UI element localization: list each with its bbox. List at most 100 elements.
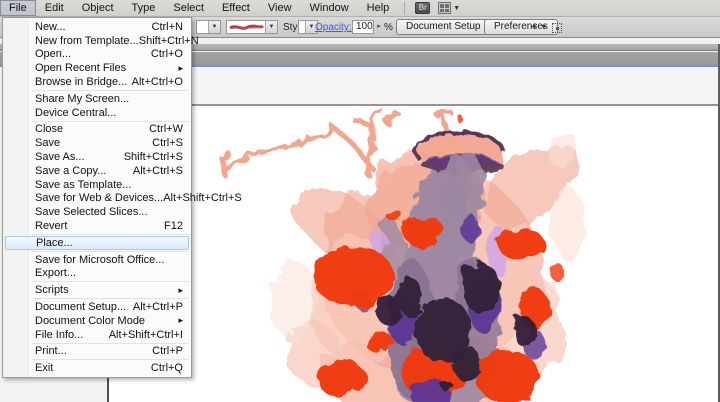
file-menu-list: New... Ctrl+N New from Template... Shift+Ct…: [3, 20, 242, 375]
menu-separator: [31, 89, 189, 91]
file-menu-item-place[interactable]: Place...: [5, 235, 189, 250]
chevron-down-icon: ▼: [265, 21, 277, 33]
menubar-divider: [404, 2, 406, 14]
menu-item-label: Save as Template...: [35, 178, 132, 191]
menu-item-label: File Info...: [35, 328, 84, 341]
menu-item-shortcut: Alt+Ctrl+S: [132, 164, 183, 177]
menu-item-label: Export...: [35, 267, 76, 280]
opacity-input[interactable]: 100: [352, 20, 374, 34]
file-menu-item-close[interactable]: Close Ctrl+W: [3, 123, 191, 137]
menu-bar: File Edit Object Type Select Effect View Window…: [0, 0, 720, 17]
menu-item-label: Save: [35, 137, 61, 150]
file-menu-item-open-recent-files[interactable]: Open Recent Files ▸: [3, 61, 191, 75]
menu-item-label: Save Selected Slices...: [35, 206, 148, 219]
menubar-item-effect[interactable]: Effect: [213, 0, 259, 16]
menu-item-label: Place...: [36, 236, 73, 249]
menu-item-shortcut: Alt+Shift+Ctrl+I: [108, 328, 183, 341]
file-menu-item-save-for-microsoft-office[interactable]: Save for Microsoft Office...: [3, 253, 191, 267]
file-menu-item-file-info[interactable]: File Info... Alt+Shift+Ctrl+I: [3, 328, 191, 342]
menu-item-label: Exit: [35, 362, 54, 375]
menu-item-label: Revert: [35, 220, 68, 233]
menu-item-shortcut: Shift+Ctrl+S: [123, 151, 183, 164]
file-menu-item-device-central[interactable]: Device Central...: [3, 106, 191, 120]
menubar-item-view[interactable]: View: [259, 0, 301, 16]
file-menu-item-share-my-screen[interactable]: Share My Screen...: [3, 92, 191, 106]
brush-definition-dropdown[interactable]: ▼: [226, 20, 278, 34]
document-setup-button[interactable]: Document Setup: [396, 19, 491, 35]
menu-item-shortcut: Alt+Shift+Ctrl+S: [163, 192, 242, 205]
menu-separator: [31, 359, 189, 361]
menu-item-shortcut: Ctrl+P: [152, 345, 183, 358]
submenu-arrow-icon: ▸: [178, 315, 183, 326]
menu-item-label: Share My Screen...: [35, 92, 130, 105]
menu-item-label: Device Central...: [35, 106, 117, 119]
menu-item-shortcut: Ctrl+N: [151, 20, 183, 33]
file-menu-item-new[interactable]: New... Ctrl+N: [3, 20, 191, 34]
chevron-down-icon: ▼: [540, 24, 548, 31]
menu-separator: [31, 120, 189, 122]
chevron-down-icon: ▼: [453, 4, 461, 12]
menu-item-shortcut: Ctrl+Q: [150, 362, 183, 375]
menu-item-label: Document Setup...: [35, 301, 127, 314]
file-menu-item-revert[interactable]: Revert F12: [3, 219, 191, 233]
menu-item-label: New...: [35, 20, 66, 33]
file-menu-item-document-setup[interactable]: Document Setup... Alt+Ctrl+P: [3, 300, 191, 314]
file-menu-item-document-color-mode[interactable]: Document Color Mode ▸: [3, 314, 191, 328]
bridge-icon[interactable]: Br: [415, 0, 431, 16]
menu-separator: [31, 342, 189, 344]
menu-item-shortcut: Alt+Ctrl+O: [131, 76, 183, 89]
select-similar-wand-icon[interactable]: ✦ ▼: [530, 21, 547, 34]
file-menu-item-save-as[interactable]: Save As... Shift+Ctrl+S: [3, 150, 191, 164]
menu-separator: [31, 233, 189, 235]
brush-stroke-preview: [229, 24, 264, 30]
menubar-item-select[interactable]: Select: [164, 0, 213, 16]
file-menu-item-save[interactable]: Save Ctrl+S: [3, 136, 191, 150]
file-menu-item-save-as-template[interactable]: Save as Template...: [3, 178, 191, 192]
file-menu-item-export[interactable]: Export...: [3, 267, 191, 281]
menu-separator: [31, 250, 189, 252]
artboard[interactable]: [109, 106, 718, 402]
menubar-item-type[interactable]: Type: [123, 0, 165, 16]
menu-item-label: Save for Microsoft Office...: [35, 253, 165, 266]
menu-item-label: Close: [35, 123, 64, 136]
menu-separator: [31, 281, 189, 283]
submenu-arrow-icon: ▸: [178, 284, 183, 295]
file-menu-item-new-from-template[interactable]: New from Template... Shift+Ctrl+N: [3, 34, 199, 48]
percent-label: %: [384, 22, 393, 33]
arrange-documents-icon[interactable]: ▼: [438, 0, 460, 16]
submenu-arrow-icon: ▸: [178, 62, 183, 73]
file-menu-item-print[interactable]: Print... Ctrl+P: [3, 345, 191, 359]
menubar-item-window[interactable]: Window: [301, 0, 358, 16]
menu-item-label: Save for Web & Devices...: [35, 192, 164, 205]
file-menu-item-scripts[interactable]: Scripts ▸: [3, 283, 191, 297]
file-menu-item-save-selected-slices[interactable]: Save Selected Slices...: [3, 205, 191, 219]
isolate-selection-icon[interactable]: [552, 21, 562, 34]
chevron-down-icon: ▼: [208, 21, 220, 33]
opacity-spinner-icon[interactable]: ▸: [375, 20, 383, 34]
menu-item-shortcut: Ctrl+W: [149, 123, 183, 136]
menu-item-label: Scripts: [35, 284, 69, 297]
file-menu-item-save-a-copy[interactable]: Save a Copy... Alt+Ctrl+S: [3, 164, 191, 178]
menu-item-label: Print...: [35, 345, 67, 358]
file-menu-dropdown: New... Ctrl+N New from Template... Shift+Ct…: [2, 17, 242, 379]
file-menu-item-browse-in-bridge[interactable]: Browse in Bridge... Alt+Ctrl+O: [3, 75, 191, 89]
menubar-item-file[interactable]: File: [0, 0, 36, 16]
menu-item-shortcut: Ctrl+O: [150, 48, 183, 61]
menu-item-shortcut: Shift+Ctrl+N: [138, 34, 199, 47]
file-menu-item-save-for-web-devices[interactable]: Save for Web & Devices... Alt+Shift+Ctrl+…: [3, 192, 242, 206]
opacity-link[interactable]: Opacity:: [315, 22, 352, 34]
menu-item-label: Open...: [35, 48, 72, 61]
menu-separator: [31, 298, 189, 300]
menubar-item-edit[interactable]: Edit: [36, 0, 73, 16]
menu-item-label: Open Recent Files: [35, 62, 127, 75]
menu-item-shortcut: F12: [164, 220, 183, 233]
menu-item-label: Save a Copy...: [35, 164, 107, 177]
menubar-item-object[interactable]: Object: [73, 0, 123, 16]
menu-item-shortcut: Alt+Ctrl+P: [132, 301, 183, 314]
menu-item-label: Save As...: [35, 151, 85, 164]
variable-width-dropdown[interactable]: ▼: [196, 20, 221, 34]
file-menu-item-open[interactable]: Open... Ctrl+O: [3, 48, 191, 62]
file-menu-item-exit[interactable]: Exit Ctrl+Q: [3, 361, 191, 375]
menubar-item-help[interactable]: Help: [358, 0, 399, 16]
menu-item-label: New from Template...: [35, 34, 139, 47]
